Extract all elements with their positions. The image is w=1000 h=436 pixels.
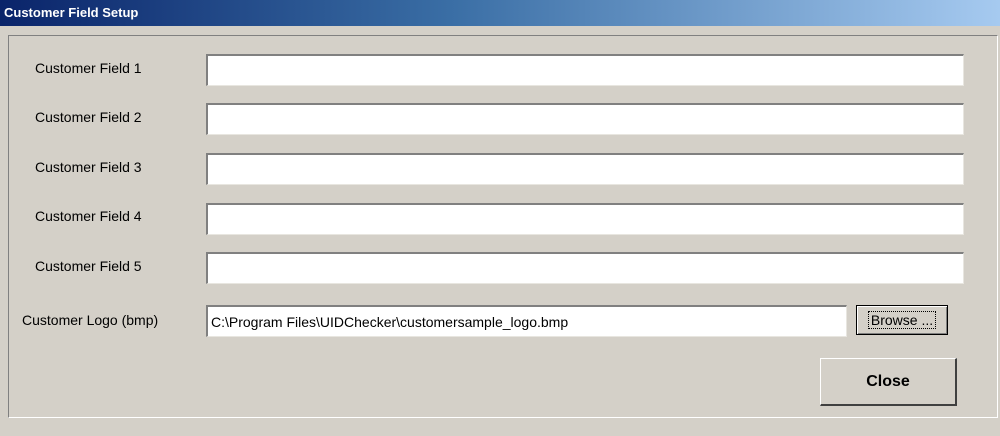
browse-button[interactable]: Browse ... (856, 305, 948, 335)
browse-button-label: Browse ... (867, 311, 937, 329)
customer-field-5-input[interactable] (206, 252, 964, 284)
customer-logo-path-input[interactable] (206, 305, 847, 337)
customer-field-5-label: Customer Field 5 (35, 258, 142, 274)
customer-field-setup-window: Customer Field Setup Customer Field 1 Cu… (0, 0, 1000, 436)
customer-field-2-label: Customer Field 2 (35, 109, 142, 125)
window-titlebar: Customer Field Setup (0, 0, 1000, 26)
customer-field-3-label: Customer Field 3 (35, 159, 142, 175)
window-title: Customer Field Setup (4, 5, 139, 20)
customer-field-3-input[interactable] (206, 153, 964, 185)
customer-field-1-input[interactable] (206, 54, 964, 86)
customer-logo-label: Customer Logo (bmp) (22, 312, 159, 328)
customer-field-2-input[interactable] (206, 103, 964, 135)
customer-field-1-label: Customer Field 1 (35, 60, 142, 76)
customer-field-4-input[interactable] (206, 203, 964, 235)
close-button[interactable]: Close (820, 358, 957, 406)
customer-field-4-label: Customer Field 4 (35, 208, 142, 224)
